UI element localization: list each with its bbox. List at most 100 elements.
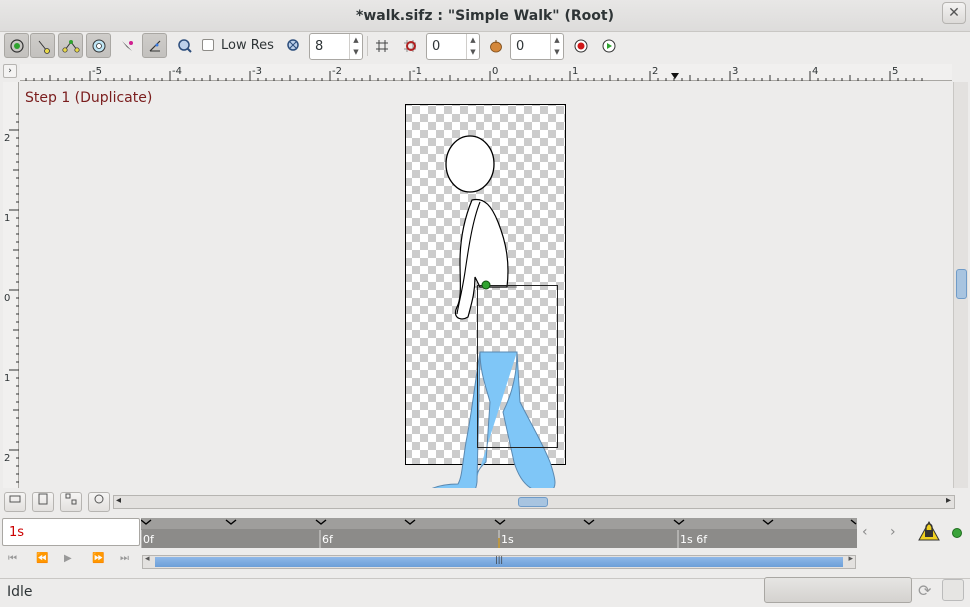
draw-tool-button[interactable] — [142, 33, 167, 58]
vertical-scroll-thumb[interactable] — [956, 269, 967, 299]
ruler-label: 2 — [652, 66, 658, 77]
snap-icon — [403, 39, 416, 52]
timeline-keyframes — [141, 519, 857, 548]
magnifier-icon — [177, 38, 192, 53]
render-progress-bar — [764, 577, 912, 603]
rotate-tool-button[interactable] — [86, 33, 111, 58]
vertical-scrollbar[interactable] — [953, 82, 968, 488]
blend-quality-spinbox[interactable]: 8 ▲ ▼ — [309, 33, 363, 60]
seek-begin-button[interactable]: ⏮ — [8, 553, 17, 564]
low-res-label: Low Res — [221, 38, 274, 53]
ruler-label: 2 — [4, 453, 10, 464]
onion-future-value: 0 — [516, 39, 525, 54]
ruler-position-marker — [671, 73, 679, 79]
horizontal-ruler-ticks: -5 -4 -3 -2 -1 0 1 2 3 4 5 — [25, 66, 923, 81]
onion-past-spinbox[interactable]: 0 ▲ ▼ — [426, 33, 480, 60]
play-button[interactable]: ▶ — [64, 553, 72, 564]
smooth-move-icon — [38, 40, 50, 54]
current-time-field[interactable]: 1s — [2, 518, 140, 546]
record-icon — [574, 39, 587, 52]
time-slider-grip-icon[interactable]: ||| — [495, 555, 503, 564]
toggle-panel-button[interactable] — [4, 492, 26, 512]
ruler-label: 1 — [572, 66, 578, 77]
work-area-canvas[interactable]: Step 1 (Duplicate) — [20, 82, 952, 488]
ruler-label: -3 — [252, 66, 262, 77]
smooth-move-tool-button[interactable] — [30, 33, 55, 58]
refresh-icon[interactable]: ⟳ — [918, 581, 931, 600]
timebar-right-icon[interactable]: ▸ — [848, 554, 853, 564]
scroll-left-icon[interactable]: ◂ — [116, 495, 121, 506]
ruler-label: 0 — [492, 66, 498, 77]
vertical-ruler: 2 1 0 1 2 — [3, 82, 19, 488]
zoom-fit-icon — [94, 494, 104, 504]
onion-future-spinbox[interactable]: 0 ▲ ▼ — [510, 33, 564, 60]
close-button[interactable]: ✕ — [942, 2, 966, 24]
time-slider[interactable]: ◂ ||| ▸ — [142, 554, 856, 569]
ruler-label: 0 — [4, 293, 10, 304]
grid-toggle-button[interactable] — [369, 33, 394, 58]
keyframe-lock-button[interactable] — [918, 520, 940, 542]
toolbar: Low Res 8 ▲ ▼ 0 ▲ ▼ 0 ▲ ▼ — [0, 32, 970, 62]
prev-keyframe-button[interactable]: ‹ — [862, 524, 882, 542]
ruler-label: -4 — [172, 66, 182, 77]
rotate-icon — [92, 39, 105, 52]
fit-canvas-button[interactable] — [60, 492, 82, 512]
ruler-label: -2 — [332, 66, 342, 77]
separator — [367, 36, 368, 56]
ruler-label: -5 — [92, 66, 102, 77]
record-button[interactable] — [568, 33, 593, 58]
spin-arrows-icon[interactable]: ▲ ▼ — [466, 34, 479, 59]
draw-icon — [149, 40, 160, 51]
synfig-window: *walk.sifz : "Simple Walk" (Root) ✕ Low … — [0, 0, 970, 607]
titlebar: *walk.sifz : "Simple Walk" (Root) ✕ — [0, 0, 970, 32]
ruler-label: 4 — [812, 66, 818, 77]
ruler-label: 2 — [4, 133, 10, 144]
horizontal-scrollbar[interactable]: ◂ ▸ — [113, 495, 955, 509]
zoom-out-button[interactable] — [32, 492, 54, 512]
seek-prev-frame-button[interactable]: ⏪ — [36, 553, 48, 564]
mirror-tool-button[interactable] — [114, 33, 139, 58]
preview-play-button[interactable] — [596, 33, 621, 58]
status-indicator-icon — [952, 528, 962, 538]
stop-render-button[interactable] — [942, 579, 964, 601]
play-icon — [602, 39, 615, 52]
lock-icon — [918, 520, 940, 541]
ruler-toggle-button[interactable]: › — [3, 64, 17, 78]
fit-icon — [65, 493, 77, 505]
zoom-in-button[interactable] — [88, 492, 110, 512]
seek-next-frame-button[interactable]: ⏩ — [92, 553, 104, 564]
window-title: *walk.sifz : "Simple Walk" (Root) — [356, 8, 614, 24]
timeline-label: 1s — [501, 533, 514, 546]
vertical-ruler-ticks: 2 1 0 1 2 — [4, 113, 19, 483]
transform-tool-button[interactable] — [4, 33, 29, 58]
page-icon — [38, 493, 48, 505]
timeline-track[interactable]: 0f 6f 1s 1s 6f — [141, 518, 857, 548]
scroll-right-icon[interactable]: ▸ — [946, 495, 951, 506]
ruler-label: 5 — [892, 66, 898, 77]
onion-icon — [489, 39, 502, 52]
timeline-label: 1s 6f — [680, 533, 708, 546]
snap-toggle-button[interactable] — [397, 33, 422, 58]
spin-arrows-icon[interactable]: ▲ ▼ — [349, 34, 362, 59]
spin-arrows-icon[interactable]: ▲ ▼ — [550, 34, 563, 59]
ruler-label: 1 — [4, 213, 10, 224]
timeline-label: 6f — [322, 533, 333, 546]
timeline-label: 0f — [143, 533, 154, 546]
transform-tool-icon — [9, 38, 24, 53]
status-text: Idle — [7, 584, 33, 600]
zoom-button[interactable] — [172, 33, 197, 58]
timebar-left-icon[interactable]: ◂ — [145, 554, 150, 564]
refresh-render-button[interactable] — [281, 33, 306, 58]
onion-skin-button[interactable] — [483, 33, 508, 58]
current-time-value: 1s — [9, 525, 25, 540]
next-keyframe-button[interactable]: › — [890, 524, 910, 542]
ruler-label: 3 — [732, 66, 738, 77]
horizontal-scroll-thumb[interactable] — [518, 497, 548, 507]
mirror-icon — [121, 40, 133, 51]
low-res-checkbox[interactable] — [202, 39, 214, 51]
seek-end-button[interactable]: ⏭ — [120, 553, 129, 564]
onion-past-value: 0 — [432, 39, 441, 54]
canvas-drawing — [405, 104, 566, 488]
ruler-label: 1 — [4, 373, 10, 384]
scale-tool-button[interactable] — [58, 33, 83, 58]
